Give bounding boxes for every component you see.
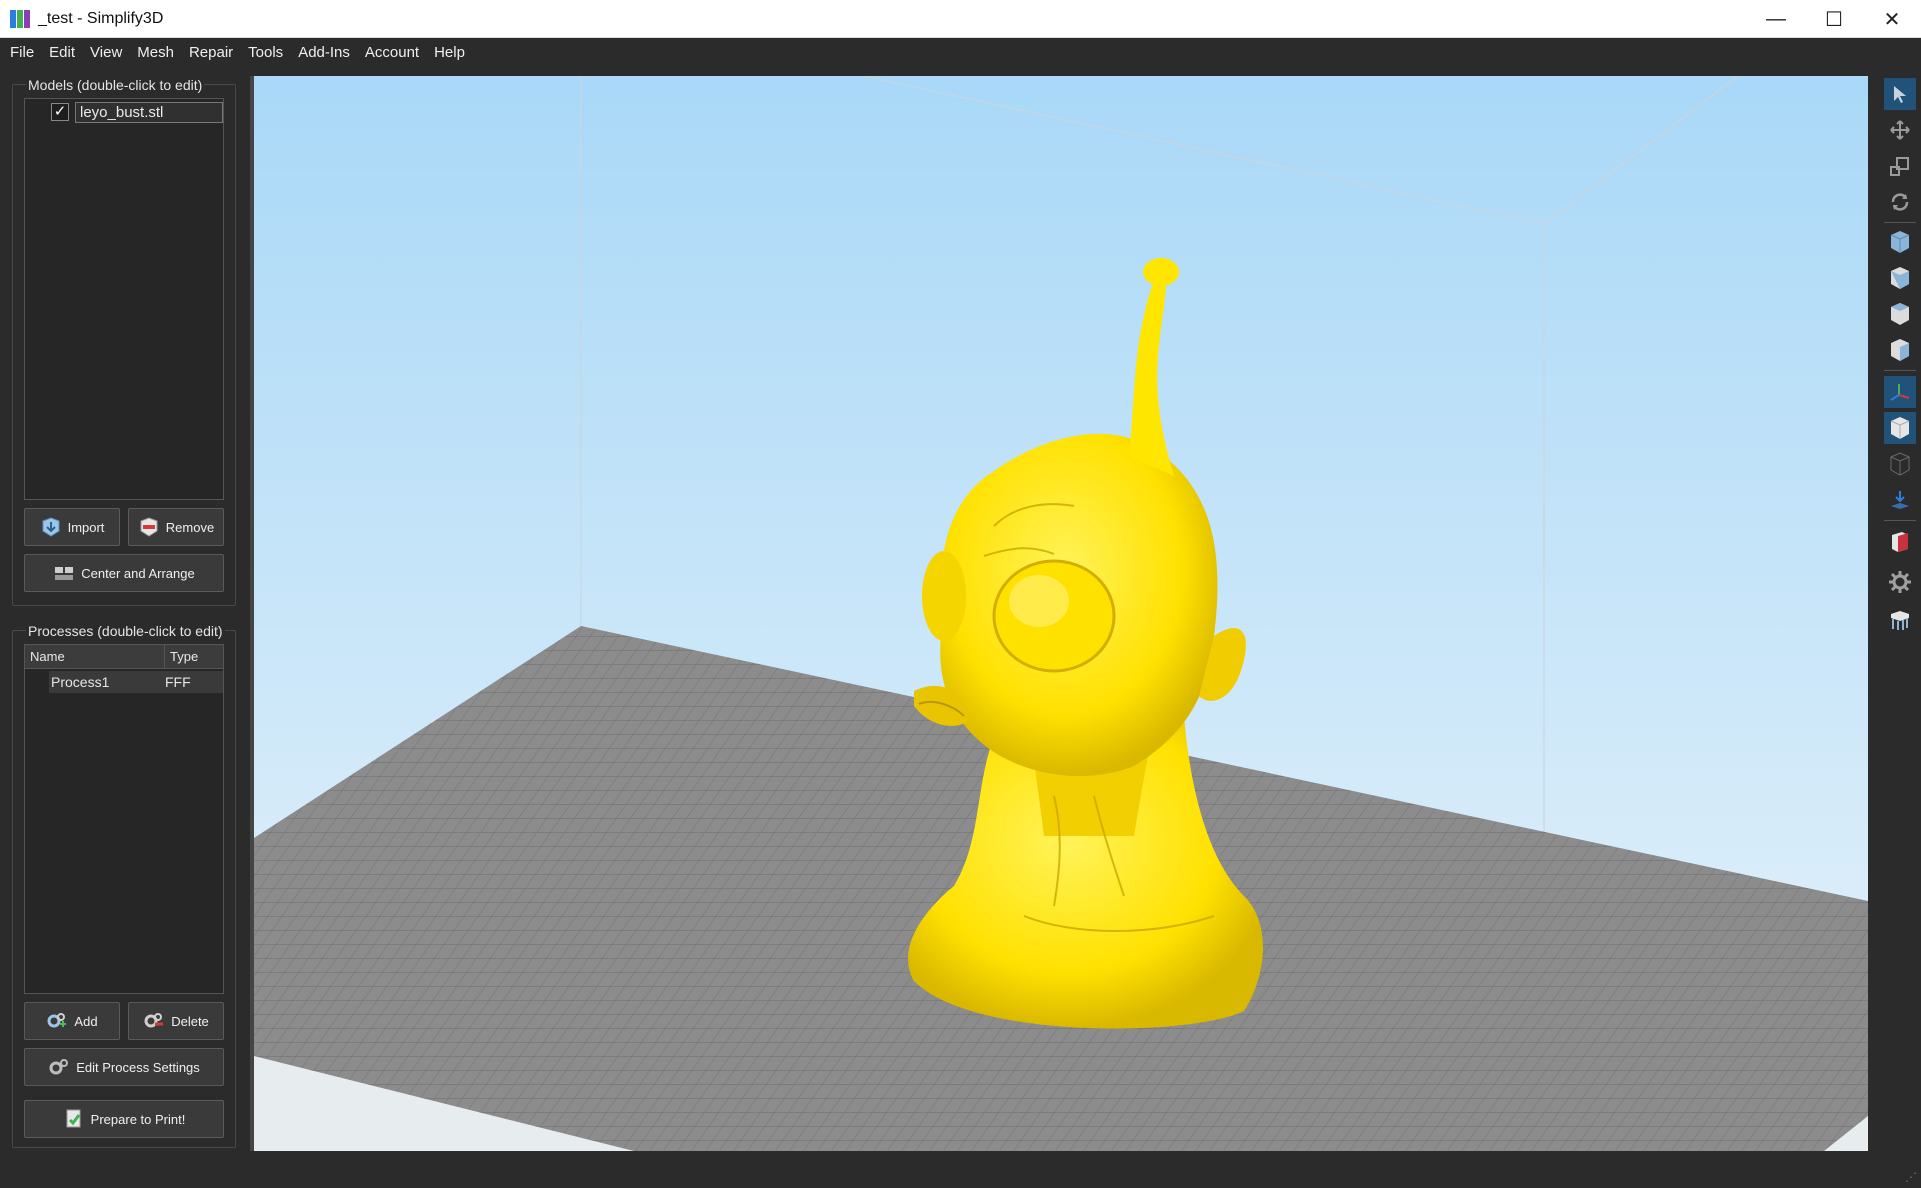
rotate-icon[interactable] — [1884, 186, 1916, 218]
supports-icon[interactable] — [1884, 604, 1916, 636]
menu-file[interactable]: File — [10, 44, 34, 61]
menu-edit[interactable]: Edit — [49, 44, 75, 61]
menu-view[interactable]: View — [90, 44, 122, 61]
cross-section-icon[interactable] — [1884, 526, 1916, 558]
viewport-canvas — [254, 76, 1868, 1151]
right-toolbar — [1880, 66, 1921, 1156]
process-row[interactable]: Process1 FFF — [49, 671, 223, 693]
axes-icon[interactable] — [1884, 376, 1916, 408]
view-top-cube-icon[interactable] — [1884, 334, 1916, 366]
view-side-cube-icon[interactable] — [1884, 298, 1916, 330]
menu-mesh[interactable]: Mesh — [137, 44, 174, 61]
menu-bar: File Edit View Mesh Repair Tools Add-Ins… — [0, 38, 1921, 66]
remove-label: Remove — [165, 519, 215, 535]
center-and-arrange-button[interactable]: Center and Arrange — [24, 554, 224, 592]
scale-icon[interactable] — [1884, 150, 1916, 182]
prepare-to-print-button[interactable]: Prepare to Print! — [24, 1100, 224, 1138]
add-label: Add — [74, 1013, 98, 1029]
models-list[interactable]: ✓ leyo_bust.stl — [24, 98, 224, 500]
gears-icon — [48, 1057, 70, 1077]
window-title: _test - Simplify3D — [38, 9, 164, 27]
toolbar-separator — [1884, 520, 1916, 521]
menu-add-ins[interactable]: Add-Ins — [298, 44, 350, 61]
close-button[interactable]: ✕ — [1863, 0, 1921, 38]
minimize-button[interactable]: — — [1747, 0, 1805, 38]
model-name[interactable]: leyo_bust.stl — [75, 101, 223, 123]
prepare-to-print-label: Prepare to Print! — [90, 1111, 186, 1127]
process-type: FFF — [165, 674, 191, 690]
move-arrows-icon[interactable] — [1884, 114, 1916, 146]
edit-process-settings-button[interactable]: Edit Process Settings — [24, 1048, 224, 1086]
window-controls: — ☐ ✕ — [1747, 0, 1921, 38]
toolbar-separator — [1884, 222, 1916, 223]
model-visible-checkbox[interactable]: ✓ — [51, 103, 69, 121]
add-process-button[interactable]: Add — [24, 1002, 120, 1040]
arrange-icon — [53, 563, 75, 583]
toolbar-separator — [1884, 370, 1916, 371]
processes-table-header: Name Type — [25, 645, 223, 669]
center-and-arrange-label: Center and Arrange — [81, 565, 195, 581]
add-process-icon — [46, 1011, 68, 1031]
wireframe-cube-icon[interactable] — [1884, 448, 1916, 480]
delete-process-button[interactable]: Delete — [128, 1002, 224, 1040]
menu-repair[interactable]: Repair — [189, 44, 233, 61]
settings-gear-icon[interactable] — [1884, 566, 1916, 598]
import-label: Import — [67, 519, 105, 535]
menu-tools[interactable]: Tools — [248, 44, 283, 61]
maximize-button[interactable]: ☐ — [1805, 0, 1863, 38]
menu-help[interactable]: Help — [434, 44, 465, 61]
column-name-header[interactable]: Name — [25, 645, 165, 668]
remove-icon — [138, 517, 160, 537]
delete-process-icon — [143, 1011, 165, 1031]
models-group-title: Models (double-click to edit) — [26, 77, 205, 93]
processes-table[interactable]: Name Type Process1 FFF — [24, 644, 224, 994]
status-bar: ⋰ — [0, 1160, 1921, 1188]
import-icon — [40, 517, 62, 537]
view-iso-cube-icon[interactable] — [1884, 226, 1916, 258]
title-bar: _test - Simplify3D — ☐ ✕ — [0, 0, 1921, 38]
bed-drop-icon[interactable] — [1884, 484, 1916, 516]
left-panel: Models (double-click to edit) ✓ leyo_bus… — [0, 66, 242, 1156]
solid-cube-icon[interactable] — [1884, 412, 1916, 444]
prepare-print-icon — [63, 1109, 85, 1129]
resize-grip-icon[interactable]: ⋰ — [1905, 1170, 1917, 1184]
remove-button[interactable]: Remove — [128, 508, 224, 546]
delete-label: Delete — [171, 1013, 209, 1029]
3d-viewport[interactable] — [250, 76, 1868, 1151]
menu-account[interactable]: Account — [365, 44, 419, 61]
select-cursor-icon[interactable] — [1884, 78, 1916, 110]
view-front-cube-icon[interactable] — [1884, 262, 1916, 294]
column-type-header[interactable]: Type — [165, 645, 223, 668]
simplify3d-logo-icon — [10, 9, 30, 29]
edit-process-settings-label: Edit Process Settings — [76, 1059, 200, 1075]
import-button[interactable]: Import — [24, 508, 120, 546]
processes-group-title: Processes (double-click to edit) — [26, 623, 225, 639]
process-name: Process1 — [51, 674, 110, 690]
model-list-item[interactable]: ✓ leyo_bust.stl — [51, 101, 223, 123]
